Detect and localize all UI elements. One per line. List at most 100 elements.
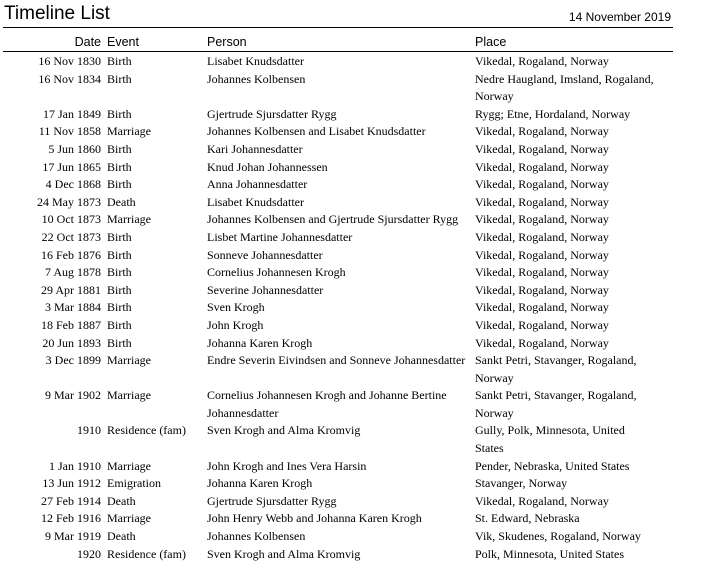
event-cell: Marriage — [107, 124, 151, 139]
table-row: 17 Jun 1865 Birth Knud Johan Johannessen Vi… — [0, 159, 701, 177]
place-cell: Vikedal, Rogaland, Norway — [475, 141, 609, 156]
header-divider — [3, 51, 673, 52]
title-divider — [3, 27, 673, 28]
person-cell: Sven Krogh and Alma Kromvig — [207, 546, 361, 561]
place-cell: Vikedal, Rogaland, Norway — [475, 229, 609, 244]
person-cell: Gjertrude Sjursdatter Rygg — [207, 493, 337, 508]
place-cell: Vikedal, Rogaland, Norway — [475, 335, 609, 350]
place-cell: Vikedal, Rogaland, Norway — [475, 300, 609, 315]
person-cell: John Krogh and Ines Vera Harsin — [207, 458, 367, 473]
event-cell: Marriage — [107, 212, 151, 227]
place-cell: Sankt Petri, Stavanger, Rogaland, Norway — [475, 353, 637, 385]
person-cell: Lisabet Knudsdatter — [207, 54, 304, 68]
table-row: 12 Feb 1916 Marriage John Henry Webb and J… — [0, 510, 701, 528]
date-cell: 9 Mar 1919 — [45, 529, 101, 544]
date-cell: 12 Feb 1916 — [41, 511, 101, 526]
place-cell: Sankt Petri, Stavanger, Rogaland, Norway — [475, 388, 637, 420]
person-cell: Sven Krogh — [207, 300, 265, 315]
date-cell: 4 Dec 1868 — [45, 177, 101, 192]
person-cell: John Henry Webb and Johanna Karen Krogh — [207, 511, 422, 526]
date-cell: 1920 — [77, 546, 101, 561]
event-cell: Birth — [107, 71, 132, 86]
table-row: 16 Feb 1876 Birth Sonneve Johannesdatter Vi… — [0, 247, 701, 265]
date-cell: 7 Aug 1878 — [44, 265, 101, 280]
person-cell: Johannes Kolbensen and Gjertrude Sjursda… — [207, 212, 459, 227]
person-cell: Severine Johannesdatter — [207, 282, 324, 297]
date-cell: 27 Feb 1914 — [41, 493, 101, 508]
person-cell: John Krogh — [207, 317, 264, 332]
event-cell: Death — [107, 529, 136, 544]
event-cell: Birth — [107, 106, 132, 121]
date-cell: 17 Jan 1849 — [43, 106, 101, 121]
date-cell: 22 Oct 1873 — [41, 229, 101, 244]
place-cell: Vikedal, Rogaland, Norway — [475, 247, 609, 262]
table-row: 3 Dec 1899 Marriage Endre Severin Eivindse… — [0, 352, 701, 387]
table-row: 7 Aug 1878 Birth Cornelius Johannesen Krog… — [0, 264, 701, 282]
place-cell: Nedre Haugland, Imsland, Rogaland, Norwa… — [475, 71, 654, 104]
event-cell: Birth — [107, 159, 132, 174]
date-cell: 24 May 1873 — [37, 194, 101, 209]
table-row: 16 Nov 1834 Birth Johannes Kolbensen Nedre … — [0, 71, 701, 106]
event-cell: Emigration — [107, 476, 161, 491]
report-date: 14 November 2019 — [568, 10, 671, 24]
table-row: 13 Jun 1912 Emigration Johanna Karen Krogh… — [0, 475, 701, 493]
table-row: 27 Feb 1914 Death Gjertrude Sjursdatter Ry… — [0, 493, 701, 511]
place-cell: Stavanger, Norway — [475, 476, 568, 491]
person-cell: Lisbet Martine Johannesdatter — [207, 229, 353, 244]
timeline-table: 16 Nov 1830 Birth Lisabet Knudsdatter Viked… — [0, 53, 701, 563]
place-cell: Vikedal, Rogaland, Norway — [475, 177, 609, 192]
person-cell: Anna Johannesdatter — [207, 177, 308, 192]
person-cell: Johannes Kolbensen and Lisabet Knudsdatt… — [207, 124, 426, 139]
table-row: 10 Oct 1873 Marriage Johannes Kolbensen an… — [0, 211, 701, 229]
event-cell: Marriage — [107, 388, 151, 403]
person-cell: Cornelius Johannesen Krogh — [207, 265, 346, 280]
date-cell: 1910 — [77, 423, 101, 438]
page-title: Timeline List — [4, 3, 110, 24]
event-cell: Birth — [107, 300, 132, 315]
place-cell: Vikedal, Rogaland, Norway — [475, 54, 609, 68]
table-row: 22 Oct 1873 Birth Lisbet Martine Johannesd… — [0, 229, 701, 247]
place-cell: Gully, Polk, Minnesota, United States — [475, 423, 625, 456]
date-cell: 1 Jan 1910 — [49, 458, 101, 473]
person-cell: Sven Krogh and Alma Kromvig — [207, 423, 361, 438]
date-cell: 16 Feb 1876 — [41, 247, 101, 262]
column-header-person: Person — [207, 35, 247, 49]
date-cell: 16 Nov 1830 — [38, 54, 101, 68]
event-cell: Marriage — [107, 511, 151, 526]
table-row: 17 Jan 1849 Birth Gjertrude Sjursdatter Ry… — [0, 106, 701, 124]
date-cell: 20 Jun 1893 — [42, 335, 101, 350]
event-cell: Death — [107, 493, 136, 508]
table-row: 16 Nov 1830 Birth Lisabet Knudsdatter Viked… — [0, 53, 701, 71]
column-header-event: Event — [107, 35, 139, 49]
event-cell: Death — [107, 194, 136, 209]
table-row: 9 Mar 1919 Death Johannes Kolbensen Vik, Sk… — [0, 528, 701, 546]
place-cell: Vikedal, Rogaland, Norway — [475, 493, 609, 508]
person-cell: Johanna Karen Krogh — [207, 476, 313, 491]
place-cell: Vikedal, Rogaland, Norway — [475, 265, 609, 280]
person-cell: Johannes Kolbensen — [207, 71, 306, 86]
table-row: 3 Mar 1884 Birth Sven Krogh Vikedal, Rogala… — [0, 299, 701, 317]
date-cell: 16 Nov 1834 — [38, 71, 101, 86]
event-cell: Residence (fam) — [107, 423, 186, 438]
table-row: 9 Mar 1902 Marriage Cornelius Johannesen K… — [0, 387, 701, 422]
place-cell: Vikedal, Rogaland, Norway — [475, 212, 609, 227]
date-cell: 5 Jun 1860 — [48, 141, 101, 156]
table-row: 11 Nov 1858 Marriage Johannes Kolbensen an… — [0, 123, 701, 141]
event-cell: Birth — [107, 54, 132, 68]
place-cell: Vikedal, Rogaland, Norway — [475, 124, 609, 139]
person-cell: Gjertrude Sjursdatter Rygg — [207, 106, 337, 121]
event-cell: Marriage — [107, 353, 151, 368]
person-cell: Kari Johannesdatter — [207, 141, 303, 156]
date-cell: 13 Jun 1912 — [42, 476, 101, 491]
place-cell: Vikedal, Rogaland, Norway — [475, 282, 609, 297]
place-cell: Vikedal, Rogaland, Norway — [475, 317, 609, 332]
person-cell: Johanna Karen Krogh — [207, 335, 313, 350]
place-cell: Rygg; Etne, Hordaland, Norway — [475, 106, 631, 121]
table-row: 18 Feb 1887 Birth John Krogh Vikedal, Rogal… — [0, 317, 701, 335]
person-cell: Sonneve Johannesdatter — [207, 247, 323, 262]
column-header-place: Place — [475, 35, 507, 49]
date-cell: 18 Feb 1887 — [41, 317, 101, 332]
date-cell: 17 Jun 1865 — [42, 159, 101, 174]
event-cell: Birth — [107, 282, 132, 297]
place-cell: St. Edward, Nebraska — [475, 511, 580, 526]
